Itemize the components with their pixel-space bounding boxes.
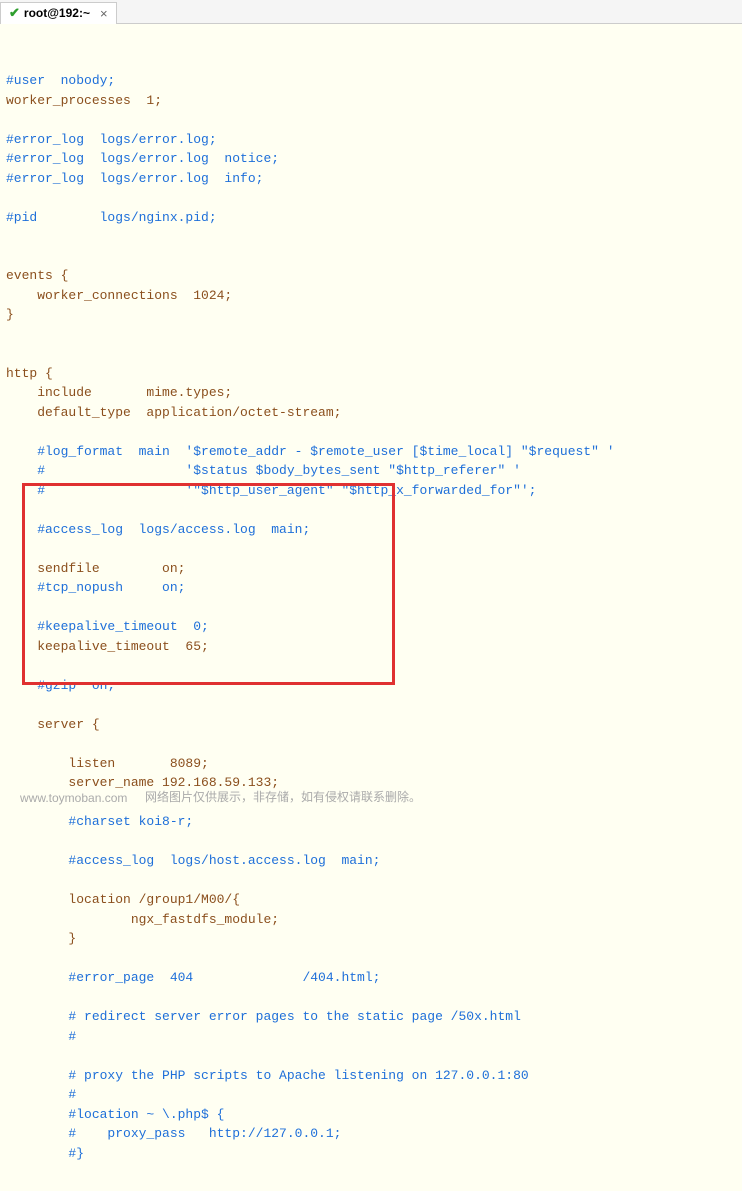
code-line: } <box>6 307 14 322</box>
close-icon[interactable]: × <box>100 6 108 21</box>
code-line: http { <box>6 366 53 381</box>
code-line: # '"$http_user_agent" "$http_x_forwarded… <box>6 483 537 498</box>
code-line: include mime.types; <box>6 385 232 400</box>
watermark-right: 网络图片仅供展示，非存储，如有侵权请联系删除。 <box>145 788 421 805</box>
code-line: #access_log logs/host.access.log main; <box>6 853 380 868</box>
code-line: worker_processes 1; <box>6 93 162 108</box>
code-line: # proxy_pass http://127.0.0.1; <box>6 1126 341 1141</box>
check-icon: ✔ <box>9 5 20 21</box>
code-line: #error_log logs/error.log info; <box>6 171 263 186</box>
watermark-left: www.toymoban.com <box>20 791 127 805</box>
code-line: #} <box>6 1146 84 1161</box>
code-line: events { <box>6 268 68 283</box>
code-line: listen 8089; <box>6 756 209 771</box>
code-line: #error_page 404 /404.html; <box>6 970 380 985</box>
code-line: # proxy the PHP scripts to Apache listen… <box>6 1068 529 1083</box>
code-line: #error_log logs/error.log; <box>6 132 217 147</box>
code-line: keepalive_timeout 65; <box>6 639 209 654</box>
code-line: # <box>6 1087 76 1102</box>
tab-bar: ✔ root@192:~ × <box>0 0 742 24</box>
code-line: # <box>6 1029 76 1044</box>
code-line: #pid logs/nginx.pid; <box>6 210 217 225</box>
code-line: #log_format main '$remote_addr - $remote… <box>6 444 615 459</box>
code-line: #user nobody; <box>6 73 115 88</box>
code-line: #gzip on; <box>6 678 115 693</box>
code-line: #access_log logs/access.log main; <box>6 522 310 537</box>
terminal-tab[interactable]: ✔ root@192:~ × <box>0 2 117 24</box>
code-line: #tcp_nopush on; <box>6 580 185 595</box>
code-line: default_type application/octet-stream; <box>6 405 341 420</box>
code-line: #keepalive_timeout 0; <box>6 619 209 634</box>
code-line: ngx_fastdfs_module; <box>6 912 279 927</box>
code-line: location /group1/M00/{ <box>6 892 240 907</box>
code-line: #error_log logs/error.log notice; <box>6 151 279 166</box>
code-line: #charset koi8-r; <box>6 814 193 829</box>
code-line: sendfile on; <box>6 561 185 576</box>
code-line: server { <box>6 717 100 732</box>
tab-title: root@192:~ <box>24 6 90 20</box>
code-line: # redirect server error pages to the sta… <box>6 1009 521 1024</box>
config-editor[interactable]: #user nobody; worker_processes 1; #error… <box>0 24 742 1191</box>
code-line: #location ~ \.php$ { <box>6 1107 224 1122</box>
code-line: # '$status $body_bytes_sent "$http_refer… <box>6 463 521 478</box>
code-line: worker_connections 1024; <box>6 288 232 303</box>
code-line: } <box>6 931 76 946</box>
